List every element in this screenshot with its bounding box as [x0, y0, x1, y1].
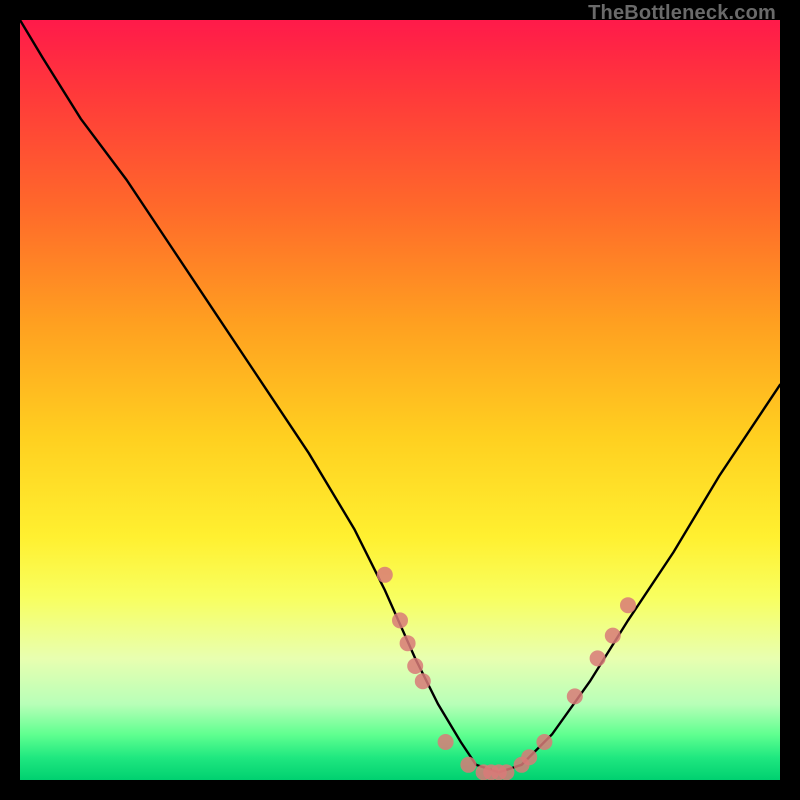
data-point [498, 764, 514, 780]
data-point [377, 567, 393, 583]
data-point [620, 597, 636, 613]
data-point [567, 688, 583, 704]
data-point [521, 749, 537, 765]
data-point [536, 734, 552, 750]
data-point [438, 734, 454, 750]
data-point [460, 757, 476, 773]
data-point [590, 650, 606, 666]
attribution-text: TheBottleneck.com [588, 2, 776, 25]
chart-svg [20, 20, 780, 780]
data-point [415, 673, 431, 689]
data-point [400, 635, 416, 651]
data-point [392, 612, 408, 628]
data-point [407, 658, 423, 674]
plot-area [20, 20, 780, 780]
data-point [605, 628, 621, 644]
scatter-group [377, 567, 636, 780]
bottleneck-curve [20, 20, 780, 772]
chart-frame: TheBottleneck.com [0, 0, 800, 800]
